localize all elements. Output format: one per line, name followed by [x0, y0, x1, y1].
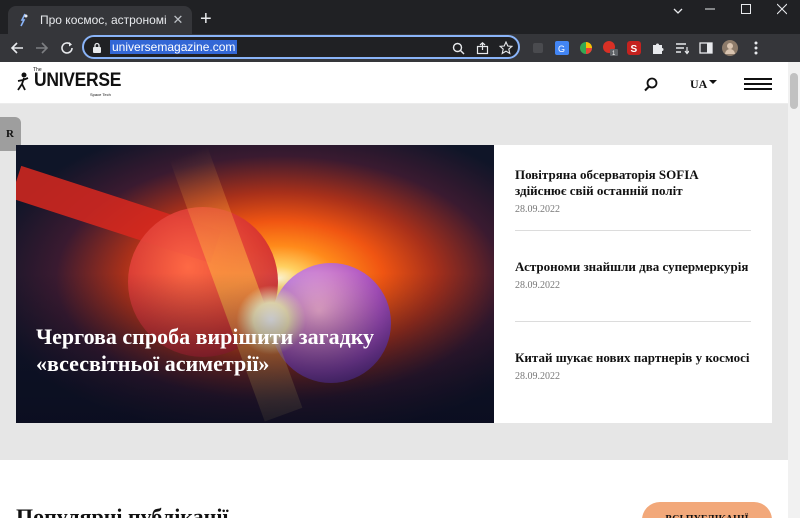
forward-button[interactable] [32, 38, 52, 58]
popular-section: Популярні публікації ВСІ ПУБЛІКАЦІЇ [0, 460, 788, 518]
tab-close-icon[interactable]: ✕ [170, 12, 186, 28]
scrollbar-thumb[interactable] [790, 73, 798, 109]
svg-text:S: S [631, 44, 638, 55]
site-header: The UNIVERSE Space Tech UA [0, 62, 788, 104]
reading-list-icon[interactable] [674, 40, 690, 56]
share-icon[interactable] [474, 40, 490, 56]
language-selector[interactable]: UA [690, 77, 707, 92]
scrollbar-track[interactable] [788, 62, 800, 518]
logo-wordmark: UNIVERSE [34, 70, 122, 91]
close-window-button[interactable] [764, 2, 800, 19]
news-date: 28.09.2022 [515, 371, 560, 382]
tab-search-button[interactable] [660, 4, 696, 19]
browser-tab-strip: Про космос, астрономію та кос ✕ + [0, 0, 800, 34]
news-item[interactable]: Повітряна обсерваторія SOFIA здійснює св… [515, 167, 751, 215]
translate-extension-icon[interactable]: G [554, 40, 570, 56]
svg-text:G: G [558, 44, 565, 54]
news-date: 28.09.2022 [515, 280, 560, 291]
hamburger-menu-icon[interactable] [744, 78, 772, 92]
extension-dark-icon[interactable] [530, 40, 546, 56]
news-list: Повітряна обсерваторія SOFIA здійснює св… [494, 145, 772, 423]
all-publications-button[interactable]: ВСІ ПУБЛІКАЦІЇ [642, 502, 772, 518]
badge-extension-icon[interactable]: 1 [602, 40, 618, 56]
bookmark-star-icon[interactable] [498, 40, 514, 56]
tab-title: Про космос, астрономію та кос [40, 13, 166, 27]
site-favicon-icon [16, 12, 32, 28]
news-divider [515, 321, 751, 322]
url-text[interactable]: universemagazine.com [110, 40, 238, 54]
profile-avatar-icon[interactable] [722, 40, 738, 56]
slide-title[interactable]: Чергова спроба вирішити загадку «всесвіт… [36, 323, 436, 377]
news-title[interactable]: Китай шукає нових партнерів у космосі [515, 350, 751, 366]
red-s-extension-icon[interactable]: S [626, 40, 642, 56]
minimize-button[interactable] [692, 2, 728, 19]
chevron-down-icon[interactable] [709, 78, 717, 86]
maximize-button[interactable] [728, 2, 764, 19]
section-title: Популярні публікації [16, 504, 229, 518]
news-title[interactable]: Астрономи знайшли два супермеркурія [515, 259, 751, 275]
news-title[interactable]: Повітряна обсерваторія SOFIA здійснює св… [515, 167, 751, 199]
hero-slider[interactable]: Чергова спроба вирішити загадку «всесвіт… [16, 145, 494, 423]
colorful-extension-icon[interactable] [578, 40, 594, 56]
universe-logo[interactable]: The UNIVERSE Space Tech [16, 66, 121, 98]
news-date: 28.09.2022 [515, 204, 560, 215]
address-bar[interactable]: universemagazine.com [82, 35, 520, 59]
back-button[interactable] [7, 38, 27, 58]
browser-tab[interactable]: Про космос, астрономію та кос ✕ [8, 6, 192, 34]
page-viewport: The UNIVERSE Space Tech UA R Чергова спр… [0, 62, 788, 518]
browser-toolbar: universemagazine.com G 1 S [0, 34, 800, 62]
new-tab-button[interactable]: + [200, 9, 212, 29]
news-item[interactable]: Астрономи знайшли два супермеркурія 28.0… [515, 259, 751, 291]
side-panel-icon[interactable] [698, 40, 714, 56]
zoom-icon[interactable] [450, 40, 466, 56]
logo-subtitle: Space Tech [90, 92, 111, 97]
lock-icon[interactable] [89, 40, 105, 56]
reload-button[interactable] [57, 38, 77, 58]
news-item[interactable]: Китай шукає нових партнерів у космосі 28… [515, 350, 751, 382]
news-divider [515, 230, 751, 231]
search-icon[interactable] [643, 76, 659, 92]
astronaut-icon [17, 72, 29, 91]
chrome-menu-icon[interactable] [748, 40, 764, 56]
extensions-puzzle-icon[interactable] [650, 40, 666, 56]
